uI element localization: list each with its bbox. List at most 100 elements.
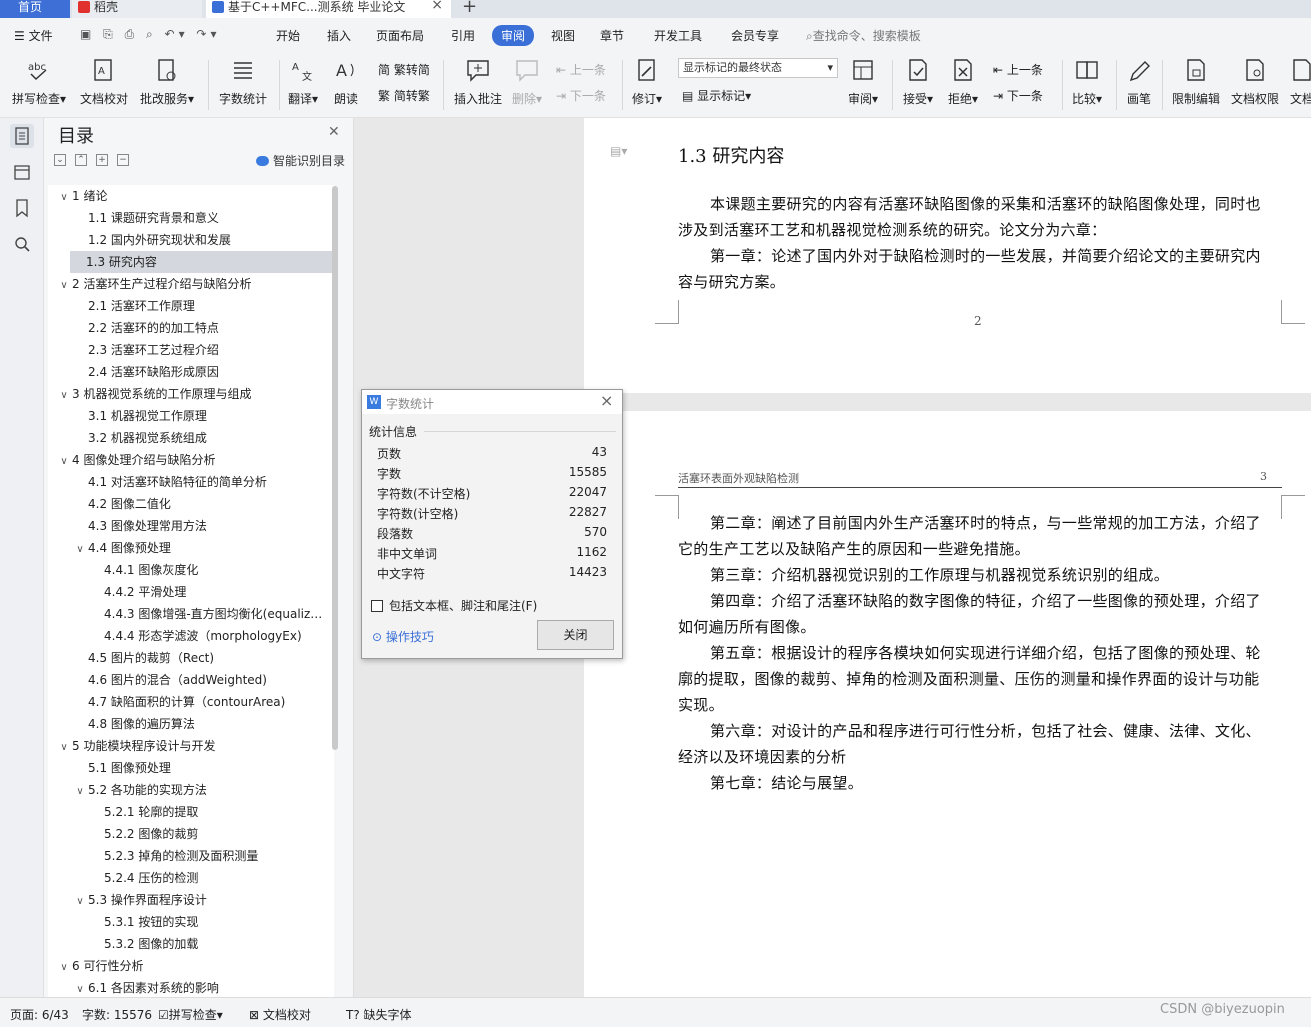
toc-item[interactable]: 5.2.2 图像的裁剪 (88, 823, 334, 845)
toc-item[interactable]: 4.5 图片的裁剪（Rect) (72, 647, 334, 669)
insert-comment-button[interactable]: 插入批注 (454, 58, 502, 107)
quick-access-toolbar[interactable]: ▣ ⎘ ⎙ ⌕ ↶▾ ↷▾ (80, 27, 221, 42)
toc-item[interactable]: ∨ 6.1 各因素对系统的影响 (72, 977, 334, 997)
menu-review[interactable]: 审阅 (492, 25, 535, 46)
toc-item[interactable]: ∨ 5 功能模块程序设计与开发 (56, 735, 334, 757)
toc-item[interactable]: 1.2 国内外研究现状和发展 (72, 229, 334, 251)
pen-button[interactable]: 画笔 (1127, 58, 1151, 107)
toc-item[interactable]: 5.2.4 压伤的检测 (88, 867, 334, 889)
accept-button[interactable]: 接受▾ (903, 58, 933, 107)
toc-item[interactable]: ∨ 5.2 各功能的实现方法 (72, 779, 334, 801)
toc-item[interactable]: 4.8 图像的遍历算法 (72, 713, 334, 735)
toc-item[interactable]: ∨ 3 机器视觉系统的工作原理与组成 (56, 383, 334, 405)
revise-button[interactable]: 修订▾ (632, 58, 662, 107)
checkbox-box[interactable] (371, 600, 383, 612)
chevron-down-icon[interactable]: ∨ (72, 891, 88, 911)
bookmark-icon[interactable] (10, 196, 34, 220)
reject-button[interactable]: 拒绝▾ (948, 58, 978, 107)
toc-item[interactable]: 3.1 机器视觉工作原理 (72, 405, 334, 427)
menu-insert[interactable]: 插入 (327, 27, 351, 44)
doc-proof-button[interactable]: A 文档校对 (80, 58, 128, 107)
tab-home[interactable]: 首页 (0, 0, 70, 18)
chevron-down-icon[interactable]: ∨ (56, 451, 72, 471)
toc-item[interactable]: ∨ 2 活塞环生产过程介绍与缺陷分析 (56, 273, 334, 295)
collapse-all-icon[interactable]: ⌃ (75, 154, 87, 166)
tips-link[interactable]: ⊙ 操作技巧 (372, 628, 434, 645)
prev-change-button[interactable]: ⇤ 上一条 (993, 61, 1043, 78)
doc-permission-button[interactable]: 文档权限 (1231, 58, 1279, 107)
prev-comment-button[interactable]: ⇤ 上一条 (556, 61, 606, 78)
toc-scrollbar[interactable] (332, 186, 338, 750)
spell-check-status[interactable]: ☑拼写检查▾ (158, 1006, 223, 1023)
spell-check-button[interactable]: abc 拼写检查▾ (12, 58, 66, 107)
tab-daoke[interactable]: 稻壳 (72, 0, 202, 18)
word-count-indicator[interactable]: 字数: 15576 (82, 1006, 152, 1023)
menu-layout[interactable]: 页面布局 (376, 27, 424, 44)
next-comment-button[interactable]: ⇥ 下一条 (556, 87, 606, 104)
toc-item[interactable]: 5.2.3 掉角的检测及面积测量 (88, 845, 334, 867)
command-search[interactable]: ⌕查找命令、搜索模板 (806, 27, 921, 44)
chevron-down-icon[interactable]: ∨ (56, 957, 72, 977)
chevron-down-icon[interactable]: ∨ (56, 737, 72, 757)
menu-reference[interactable]: 引用 (451, 27, 475, 44)
restrict-edit-button[interactable]: 限制编辑 (1172, 58, 1220, 107)
chapter-nav-icon[interactable] (10, 160, 34, 184)
close-icon[interactable]: ✕ (328, 124, 340, 140)
chevron-down-icon[interactable]: ∨ (56, 385, 72, 405)
toc-item[interactable]: 5.1 图像预处理 (72, 757, 334, 779)
toc-item[interactable]: 4.7 缺陷面积的计算（contourArea) (72, 691, 334, 713)
toc-item[interactable]: 5.3.1 按钮的实现 (88, 911, 334, 933)
expand-all-icon[interactable]: ⌄ (54, 154, 66, 166)
toc-item[interactable]: 4.2 图像二值化 (72, 493, 334, 515)
menu-chapter[interactable]: 章节 (600, 27, 624, 44)
menu-view[interactable]: 视图 (551, 27, 575, 44)
close-button[interactable]: 关闭 (537, 620, 614, 650)
next-change-button[interactable]: ⇥ 下一条 (993, 87, 1043, 104)
toc-item[interactable]: ∨ 5.3 操作界面程序设计 (72, 889, 334, 911)
tab-document[interactable]: 基于C++MFC...测系统 毕业论文 × (206, 0, 451, 18)
toc-item[interactable]: ∨ 6 可行性分析 (56, 955, 334, 977)
trad-to-simp-button[interactable]: 简 繁转简 (378, 61, 430, 78)
toc-item[interactable]: 1.3 研究内容 (70, 251, 332, 273)
smart-toc-button[interactable]: 智能识别目录 (256, 152, 345, 169)
toc-item[interactable]: 2.1 活塞环工作原理 (72, 295, 334, 317)
add-heading-icon[interactable]: + (96, 154, 108, 166)
toc-item[interactable]: 4.4.3 图像增强-直方图均衡化(equaliz… (88, 603, 334, 625)
toc-item[interactable]: ∨ 4.4 图像预处理 (72, 537, 334, 559)
toc-item[interactable]: 4.6 图片的混合（addWeighted) (72, 669, 334, 691)
word-count-button[interactable]: 字数统计 (219, 58, 267, 107)
menu-file[interactable]: ☰ 文件 (14, 27, 53, 44)
toc-item[interactable]: 5.3.2 图像的加载 (88, 933, 334, 955)
chevron-down-icon[interactable]: ∨ (72, 781, 88, 801)
toc-item[interactable]: 3.2 机器视觉系统组成 (72, 427, 334, 449)
toc-item[interactable]: 4.4.2 平滑处理 (88, 581, 334, 603)
toc-item[interactable]: ∨ 1 绪论 (56, 185, 334, 207)
remove-heading-icon[interactable]: − (117, 154, 129, 166)
toc-item[interactable]: 4.4.1 图像灰度化 (88, 559, 334, 581)
menu-devtools[interactable]: 开发工具 (654, 27, 702, 44)
toc-nav-icon[interactable] (10, 124, 34, 148)
toc-item[interactable]: 1.1 课题研究背景和意义 (72, 207, 334, 229)
show-markup-button[interactable]: ▤ 显示标记▾ (682, 87, 751, 104)
menu-member[interactable]: 会员专享 (731, 27, 779, 44)
batch-service-button[interactable]: 批改服务▾ (140, 58, 194, 107)
menu-start[interactable]: 开始 (276, 27, 300, 44)
dialog-titlebar[interactable]: W 字数统计 × (362, 390, 622, 414)
search-icon[interactable] (10, 232, 34, 256)
toc-item[interactable]: 4.3 图像处理常用方法 (72, 515, 334, 537)
chevron-down-icon[interactable]: ∨ (72, 979, 88, 997)
new-tab-plus-icon[interactable]: + (462, 0, 477, 17)
toc-item[interactable]: 4.1 对活塞环缺陷特征的简单分析 (72, 471, 334, 493)
missing-font-status[interactable]: T? 缺失字体 (346, 1006, 412, 1023)
close-tab-icon[interactable]: × (431, 0, 443, 12)
markup-state-select[interactable]: 显示标记的最终状态 ▾ (678, 58, 838, 78)
read-aloud-button[interactable]: A 朗读 (334, 58, 358, 107)
doc-proof-status[interactable]: ⊠ 文档校对 (249, 1006, 311, 1023)
page-indicator[interactable]: 页面: 6/43 (10, 1006, 69, 1023)
toc-item[interactable]: 4.4.4 形态学滤波（morphologyEx) (88, 625, 334, 647)
simp-to-trad-button[interactable]: 繁 简转繁 (378, 87, 430, 104)
chevron-down-icon[interactable]: ∨ (56, 275, 72, 295)
toc-item[interactable]: 2.4 活塞环缺陷形成原因 (72, 361, 334, 383)
include-textbox-checkbox[interactable]: 包括文本框、脚注和尾注(F) (371, 597, 537, 614)
toc-item[interactable]: 2.2 活塞环的的加工特点 (72, 317, 334, 339)
